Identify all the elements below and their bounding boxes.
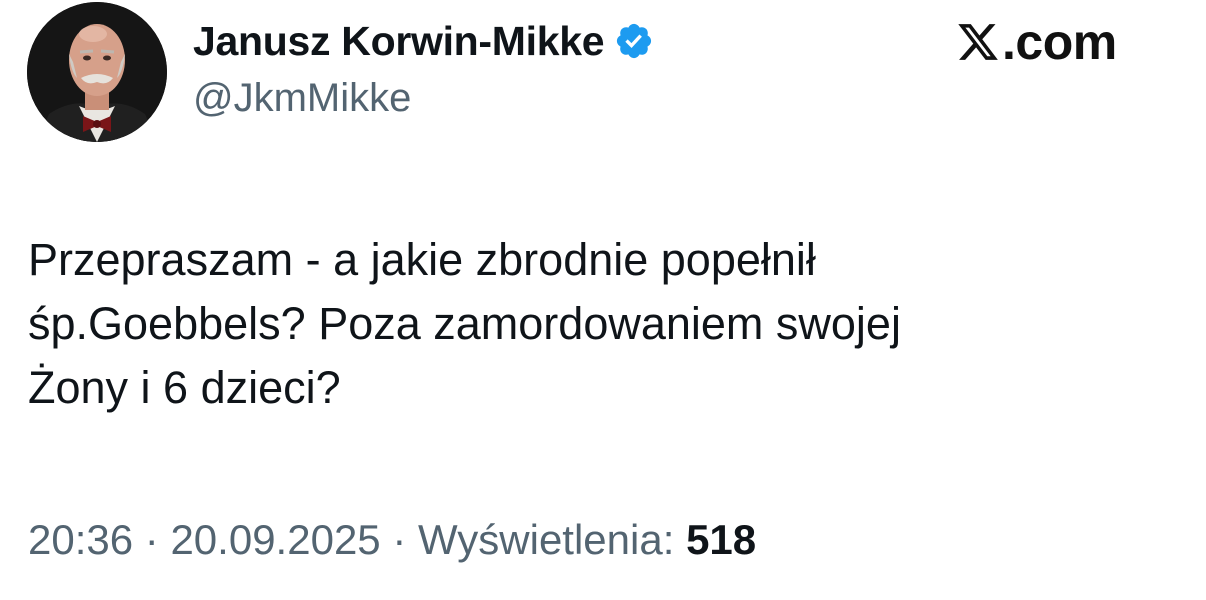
avatar-photo	[27, 2, 167, 142]
tweet-text-line: śp.Goebbels? Poza zamordowaniem swojej	[28, 298, 901, 349]
author-display-name[interactable]: Janusz Korwin-Mikke	[193, 18, 605, 65]
meta-separator: ·	[392, 516, 407, 563]
views-label: Wyświetlenia:	[418, 516, 675, 563]
avatar[interactable]	[27, 2, 167, 142]
tweet-date[interactable]: 20.09.2025	[170, 516, 380, 563]
x-com-logo: .com	[956, 14, 1117, 70]
x-logo-icon	[956, 20, 1000, 64]
site-domain-text: .com	[1002, 14, 1117, 70]
tweet-time[interactable]: 20:36	[28, 516, 133, 563]
tweet-meta: 20:36 · 20.09.2025 · Wyświetlenia: 518	[28, 516, 756, 564]
verified-badge-icon	[614, 21, 654, 61]
tweet-text: Przepraszam - a jakie zbrodnie popełnił …	[28, 228, 1178, 420]
views-count: 518	[686, 516, 757, 563]
meta-separator: ·	[144, 516, 159, 563]
author-handle[interactable]: @JkmMikke	[193, 76, 411, 121]
tweet-text-line: Przepraszam - a jakie zbrodnie popełnił	[28, 234, 816, 285]
tweet-text-line: Żony i 6 dzieci?	[28, 362, 341, 413]
author-name-row[interactable]: Janusz Korwin-Mikke	[193, 16, 654, 66]
